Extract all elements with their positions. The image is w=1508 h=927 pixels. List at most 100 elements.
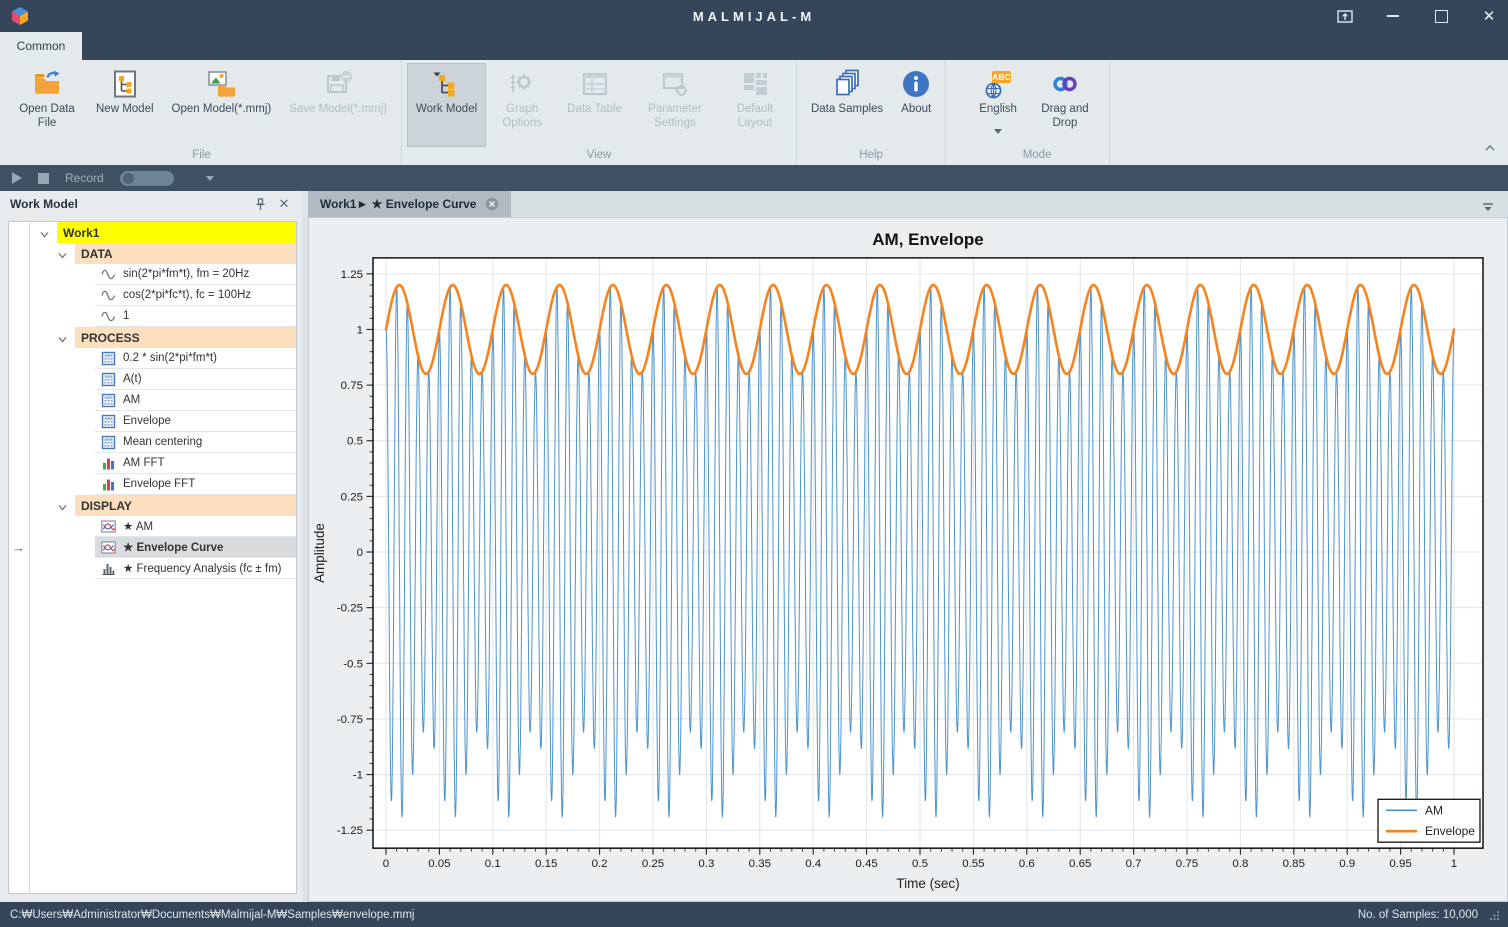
graph-options-button[interactable]: Graph Options bbox=[486, 63, 558, 147]
play-icon[interactable] bbox=[12, 172, 22, 184]
about-button[interactable]: About bbox=[892, 63, 940, 147]
data-samples-button[interactable]: Data Samples bbox=[802, 63, 892, 147]
tree-item-label: cos(2*pi*fc*t), fc = 100Hz bbox=[123, 289, 251, 301]
tree-item-am[interactable]: ★ AM bbox=[29, 516, 296, 537]
tree-item-content: 0.2 * sin(2*pi*fm*t) bbox=[95, 348, 296, 369]
document-tab-bar: Work1► ★ Envelope Curve bbox=[308, 191, 1508, 217]
svg-text:0.1: 0.1 bbox=[485, 858, 501, 870]
y-axis-label: Amplitude bbox=[312, 523, 327, 583]
pin-panel-icon[interactable] bbox=[252, 196, 268, 212]
toggle-knob bbox=[123, 173, 134, 184]
panel-header: Work Model ✕ bbox=[0, 191, 302, 217]
new-model-button[interactable]: New Model bbox=[87, 63, 163, 147]
svg-text:0.2: 0.2 bbox=[592, 858, 608, 870]
save-model-mmj-button[interactable]: Save Model(*.mmj) bbox=[280, 63, 396, 147]
svg-text:0: 0 bbox=[383, 858, 389, 870]
tree-item-mean-centering[interactable]: Mean centering bbox=[29, 432, 296, 453]
svg-text:0.25: 0.25 bbox=[341, 491, 363, 503]
svg-text:0.4: 0.4 bbox=[805, 858, 822, 870]
tree-item-label: ★ Frequency Analysis (fc ± fm) bbox=[123, 561, 282, 575]
svg-text:0.85: 0.85 bbox=[1283, 858, 1305, 870]
data-table-button[interactable]: Data Table bbox=[558, 63, 631, 147]
calc-icon bbox=[101, 435, 117, 450]
ribbon-tab-bar: Common bbox=[0, 32, 1508, 60]
tree-item-envelope-curve[interactable]: ★ Envelope Curve bbox=[29, 537, 296, 558]
am-envelope-chart[interactable]: 00.050.10.150.20.250.30.350.40.450.50.55… bbox=[309, 218, 1507, 901]
close-tab-icon[interactable] bbox=[485, 197, 499, 211]
tree-item-content: Mean centering bbox=[95, 432, 296, 453]
statusbar: C:₩Users₩Administrator₩Documents₩Malmija… bbox=[0, 902, 1508, 927]
tree-item-am-fft[interactable]: AM FFT bbox=[29, 453, 296, 474]
expander-chevron-icon[interactable] bbox=[57, 248, 68, 259]
ribbon-button-label: Data Samples bbox=[811, 103, 883, 117]
maximize-icon[interactable] bbox=[1432, 7, 1450, 25]
tree-item-a-t[interactable]: A(t) bbox=[29, 369, 296, 390]
tree-item-1[interactable]: 1 bbox=[29, 306, 296, 327]
english-button[interactable]: ABCEnglish bbox=[970, 63, 1026, 147]
tab-list-caret-icon[interactable] bbox=[1482, 199, 1494, 217]
tree-item-data[interactable]: DATA bbox=[29, 243, 296, 264]
fft-icon bbox=[101, 477, 117, 492]
tree-item-label: Work1 bbox=[63, 226, 99, 240]
tree-item-label: AM FFT bbox=[123, 457, 165, 469]
svg-text:0.9: 0.9 bbox=[1339, 858, 1355, 870]
ribbon-button-label: New Model bbox=[96, 103, 154, 117]
record-dropdown-caret-icon[interactable] bbox=[206, 176, 214, 181]
ribbon-group-label: Mode bbox=[968, 147, 1106, 165]
calc-icon bbox=[101, 393, 117, 408]
stop-icon[interactable] bbox=[38, 173, 49, 184]
svg-text:0.05: 0.05 bbox=[428, 858, 450, 870]
ribbon-group-mode: ABCEnglishDrag and DropMode bbox=[946, 60, 1110, 165]
expander-chevron-icon[interactable] bbox=[57, 500, 68, 511]
expander-chevron-icon[interactable] bbox=[57, 332, 68, 343]
resize-grip-icon[interactable] bbox=[1490, 910, 1500, 920]
chart-container: 00.050.10.150.20.250.30.350.40.450.50.55… bbox=[308, 217, 1508, 902]
work-model-button[interactable]: Work Model bbox=[407, 63, 486, 147]
tree-item-content: cos(2*pi*fc*t), fc = 100Hz bbox=[95, 285, 296, 306]
tab-common[interactable]: Common bbox=[0, 32, 82, 60]
default-layout-button[interactable]: Default Layout bbox=[719, 63, 791, 147]
tree-item-sin-2-pi-fm-t-fm-20hz[interactable]: sin(2*pi*fm*t), fm = 20Hz bbox=[29, 264, 296, 285]
tree-item-frequency-analysis-fc-fm[interactable]: ★ Frequency Analysis (fc ± fm) bbox=[29, 558, 296, 579]
minimize-icon[interactable] bbox=[1384, 7, 1402, 25]
tree-item-display[interactable]: DISPLAY bbox=[29, 495, 296, 516]
tree-item-0-2-sin-2-pi-fm-t[interactable]: 0.2 * sin(2*pi*fm*t) bbox=[29, 348, 296, 369]
sine-icon bbox=[101, 288, 117, 303]
work-model-tree: Work1 DATAsin(2*pi*fm*t), fm = 20Hz cos(2*… bbox=[8, 221, 297, 894]
svg-text:0.55: 0.55 bbox=[962, 858, 984, 870]
tree-item-envelope-fft[interactable]: Envelope FFT bbox=[29, 474, 296, 495]
expander-chevron-icon[interactable] bbox=[39, 227, 50, 238]
tree-item-process[interactable]: PROCESS bbox=[29, 327, 296, 348]
ribbon-group-help: Data SamplesAboutHelp bbox=[797, 60, 946, 165]
work-model-panel: Work Model ✕ Work1 DATAsin(2*pi*fm*t), fm… bbox=[0, 191, 302, 902]
main-area: Work Model ✕ Work1 DATAsin(2*pi*fm*t), fm… bbox=[0, 191, 1508, 902]
plot-icon bbox=[101, 540, 117, 555]
tree-item-am[interactable]: AM bbox=[29, 390, 296, 411]
tree-item-label: 1 bbox=[123, 310, 129, 322]
drag-and-drop-button[interactable]: Drag and Drop bbox=[1026, 63, 1104, 147]
panel-title: Work Model bbox=[10, 197, 244, 211]
parameter-settings-button[interactable]: Parameter Settings bbox=[631, 63, 719, 147]
svg-text:0.6: 0.6 bbox=[1019, 858, 1035, 870]
data-samples-icon bbox=[832, 68, 862, 100]
svg-text:0.35: 0.35 bbox=[749, 858, 771, 870]
svg-text:0.75: 0.75 bbox=[341, 380, 363, 392]
collapse-ribbon-icon[interactable] bbox=[1484, 139, 1496, 157]
svg-text:0.5: 0.5 bbox=[912, 858, 928, 870]
samples-count: No. of Samples: 10,000 bbox=[1358, 909, 1478, 921]
tree-item-cos-2-pi-fc-t-fc-100hz[interactable]: cos(2*pi*fc*t), fc = 100Hz bbox=[29, 285, 296, 306]
close-icon[interactable]: ✕ bbox=[1480, 7, 1498, 25]
ribbon-button-label: Open Model(*.mmj) bbox=[172, 103, 272, 117]
tree-item-envelope[interactable]: Envelope bbox=[29, 411, 296, 432]
close-panel-icon[interactable]: ✕ bbox=[276, 196, 292, 212]
open-model-mmj-button[interactable]: Open Model(*.mmj) bbox=[163, 63, 281, 147]
ribbon-button-label: About bbox=[901, 103, 931, 117]
open-data-file-button[interactable]: Open Data File bbox=[7, 63, 87, 147]
plot-icon bbox=[101, 519, 117, 534]
record-toggle[interactable] bbox=[120, 171, 174, 186]
pin-window-icon[interactable] bbox=[1336, 7, 1354, 25]
open-data-file-icon bbox=[32, 68, 62, 100]
tree-item-work1[interactable]: Work1 bbox=[29, 222, 296, 243]
tab-envelope-curve[interactable]: Work1► ★ Envelope Curve bbox=[308, 191, 511, 217]
legend-label-envelope: Envelope bbox=[1425, 824, 1475, 838]
